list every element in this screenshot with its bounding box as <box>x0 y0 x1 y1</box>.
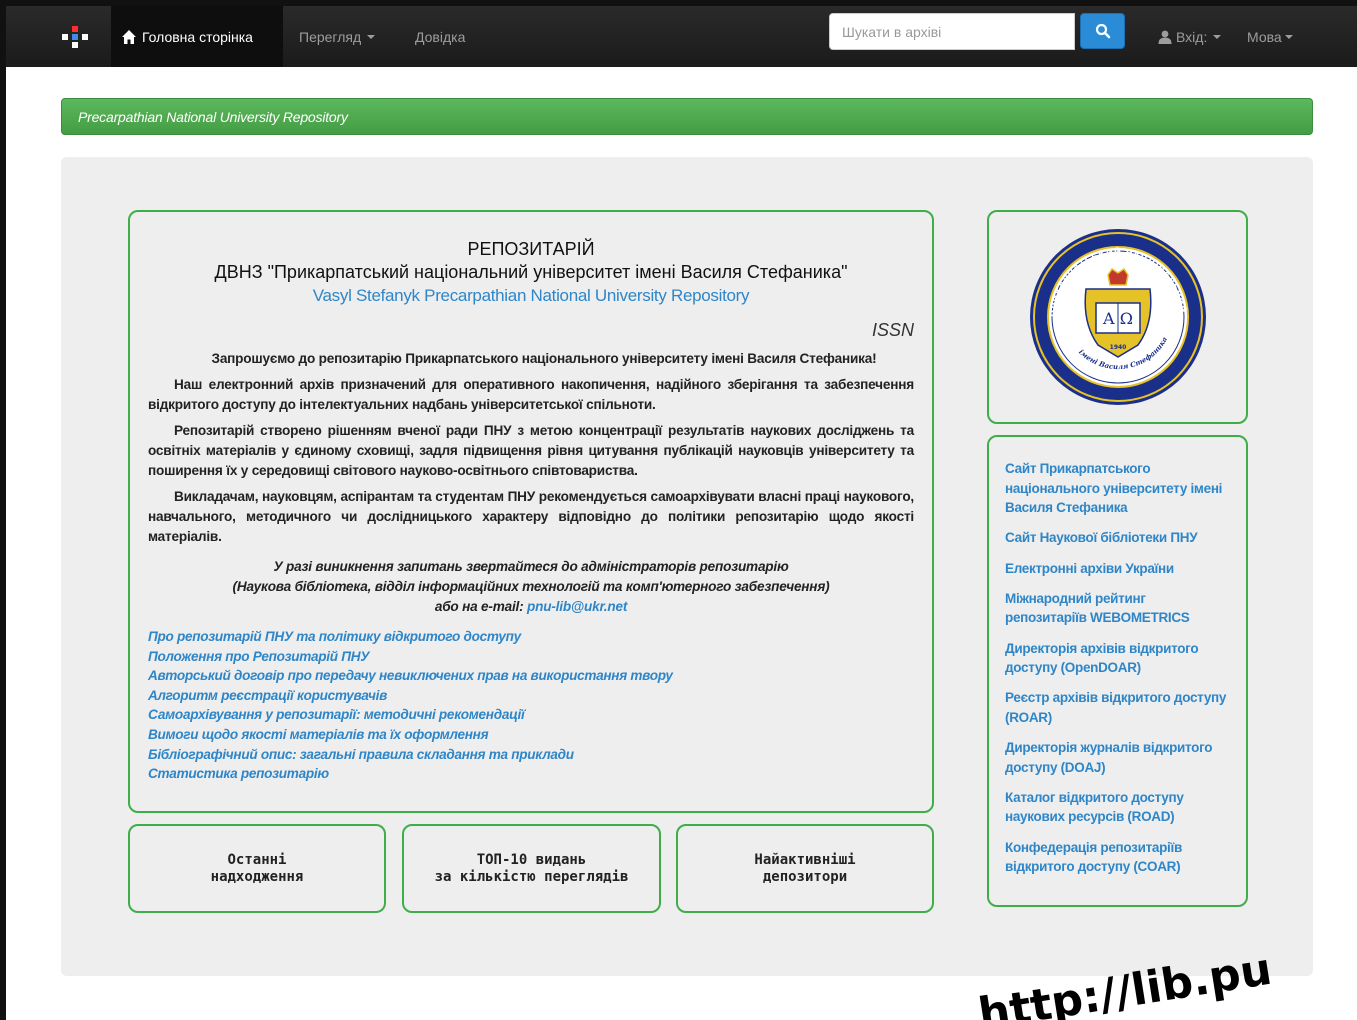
card-line: Найактивніші <box>754 851 856 868</box>
nav-home[interactable]: Головна сторінка <box>111 6 283 67</box>
card-line: за кількістю переглядів <box>434 868 629 885</box>
link-bibliographic-description[interactable]: Бібліографічний опис: загальні правила с… <box>148 745 914 765</box>
link-roar[interactable]: Реєстр архівів відкритого доступу (ROAR) <box>1005 688 1230 727</box>
banner-text[interactable]: Precarpathian National University Reposi… <box>78 109 348 125</box>
top10-button[interactable]: ТОП-10 видань за кількістю переглядів <box>402 824 661 913</box>
contact-email-link[interactable]: pnu-lib@ukr.net <box>527 599 627 614</box>
link-coar[interactable]: Конфедерація репозитаріїв відкритого дос… <box>1005 838 1230 877</box>
seal-year: 1940 <box>1109 344 1126 351</box>
contact-prefix: або на e-mail: <box>434 599 524 614</box>
card-line: ТОП-10 видань <box>476 851 587 868</box>
login-label: Вхід: <box>1176 28 1208 45</box>
link-regulations[interactable]: Положення про Репозитарій ПНУ <box>148 647 914 667</box>
link-library-site[interactable]: Сайт Наукової бібліотеки ПНУ <box>1005 528 1230 548</box>
login-dropdown[interactable]: Вхід: <box>1158 6 1222 67</box>
search-button[interactable] <box>1080 13 1125 49</box>
link-webometrics[interactable]: Міжнародний рейтинг репозитаріїв WEBOMET… <box>1005 589 1230 628</box>
university-seal-logo: ПРИКАРПАТСЬКИЙ НАЦІОНАЛЬНИЙ УНІВЕРСИТЕТ … <box>1028 227 1206 405</box>
link-opendoar[interactable]: Директорія архівів відкритого доступу (O… <box>1005 639 1230 678</box>
description-paragraph: Наш електронний архів призначений для оп… <box>148 377 914 412</box>
welcome-paragraph: Запрошуємо до репозитарію Прикарпатськог… <box>211 351 877 366</box>
language-label: Мова <box>1247 28 1282 45</box>
link-about-repository[interactable]: Про репозитарій ПНУ та політику відкрито… <box>148 627 914 647</box>
description-paragraph: Репозитарій створено рішенням вченої рад… <box>148 423 914 478</box>
chevron-down-icon <box>1213 34 1222 39</box>
welcome-box: РЕПОЗИТАРІЙ ДВНЗ "Прикарпатський націона… <box>128 210 934 813</box>
resources-box: Сайт Прикарпатського національного уніве… <box>987 435 1248 907</box>
card-line: надходження <box>210 868 304 885</box>
link-road[interactable]: Каталог відкритого доступу наукових ресу… <box>1005 788 1230 827</box>
link-registration-algorithm[interactable]: Алгоритм реєстрації користувачів <box>148 686 914 706</box>
link-university-site[interactable]: Сайт Прикарпатського національного уніве… <box>1005 459 1230 518</box>
contact-info: У разі виникнення запитань звертайтеся д… <box>148 557 914 617</box>
link-doaj[interactable]: Директорія журналів відкритого доступу (… <box>1005 738 1230 777</box>
university-name: ДВНЗ "Прикарпатський національний універ… <box>214 262 848 282</box>
chevron-down-icon <box>367 34 376 39</box>
description-paragraph: Викладачам, науковцям, аспірантам та сту… <box>148 489 914 544</box>
top-depositors-button[interactable]: Найактивніші депозитори <box>676 824 934 913</box>
nav-browse-dropdown[interactable]: Перегляд <box>299 6 376 67</box>
university-seal-box: ПРИКАРПАТСЬКИЙ НАЦІОНАЛЬНИЙ УНІВЕРСИТЕТ … <box>987 210 1248 424</box>
search-icon <box>1095 23 1110 39</box>
language-dropdown[interactable]: Мова <box>1247 6 1293 67</box>
user-icon <box>1158 30 1172 44</box>
nav-browse-label: Перегляд <box>299 28 362 45</box>
navbar: Головна сторінка Перегляд Довідка Вхід: … <box>6 6 1357 67</box>
issn-label: ISSN <box>871 320 914 340</box>
search-input[interactable] <box>829 13 1075 50</box>
seal-letters: A Ω <box>1102 309 1133 328</box>
link-statistics[interactable]: Статистика репозитарію <box>148 764 914 784</box>
contact-line: (Наукова бібліотека, відділ інформаційни… <box>232 579 830 594</box>
contact-line: У разі виникнення запитань звертайтеся д… <box>273 559 789 574</box>
breadcrumb-banner: Precarpathian National University Reposi… <box>61 98 1313 135</box>
card-line: Останні <box>227 851 287 868</box>
home-icon <box>122 29 136 44</box>
site-logo-icon[interactable] <box>62 26 88 48</box>
chevron-down-icon <box>1284 34 1293 39</box>
contact-email-line: або на e-mail: pnu-lib@ukr.net <box>148 597 914 617</box>
nav-home-label: Головна сторінка <box>142 28 253 45</box>
policy-links: Про репозитарій ПНУ та політику відкрито… <box>148 627 914 784</box>
link-author-agreement[interactable]: Авторський договір про передачу невиключ… <box>148 666 914 686</box>
link-self-archiving[interactable]: Самоархівування у репозитарії: методичні… <box>148 705 914 725</box>
nav-help[interactable]: Довідка <box>415 6 465 67</box>
nav-help-label: Довідка <box>415 28 466 45</box>
english-title: Vasyl Stefanyk Precarpathian National Un… <box>312 286 750 305</box>
link-quality-requirements[interactable]: Вимоги щодо якості матеріалів та їх офор… <box>148 725 914 745</box>
repository-title: РЕПОЗИТАРІЙ <box>467 239 595 259</box>
link-electronic-archives-ukraine[interactable]: Електронні архіви України <box>1005 559 1230 579</box>
recent-submissions-button[interactable]: Останні надходження <box>128 824 386 913</box>
card-line: депозитори <box>762 868 848 885</box>
